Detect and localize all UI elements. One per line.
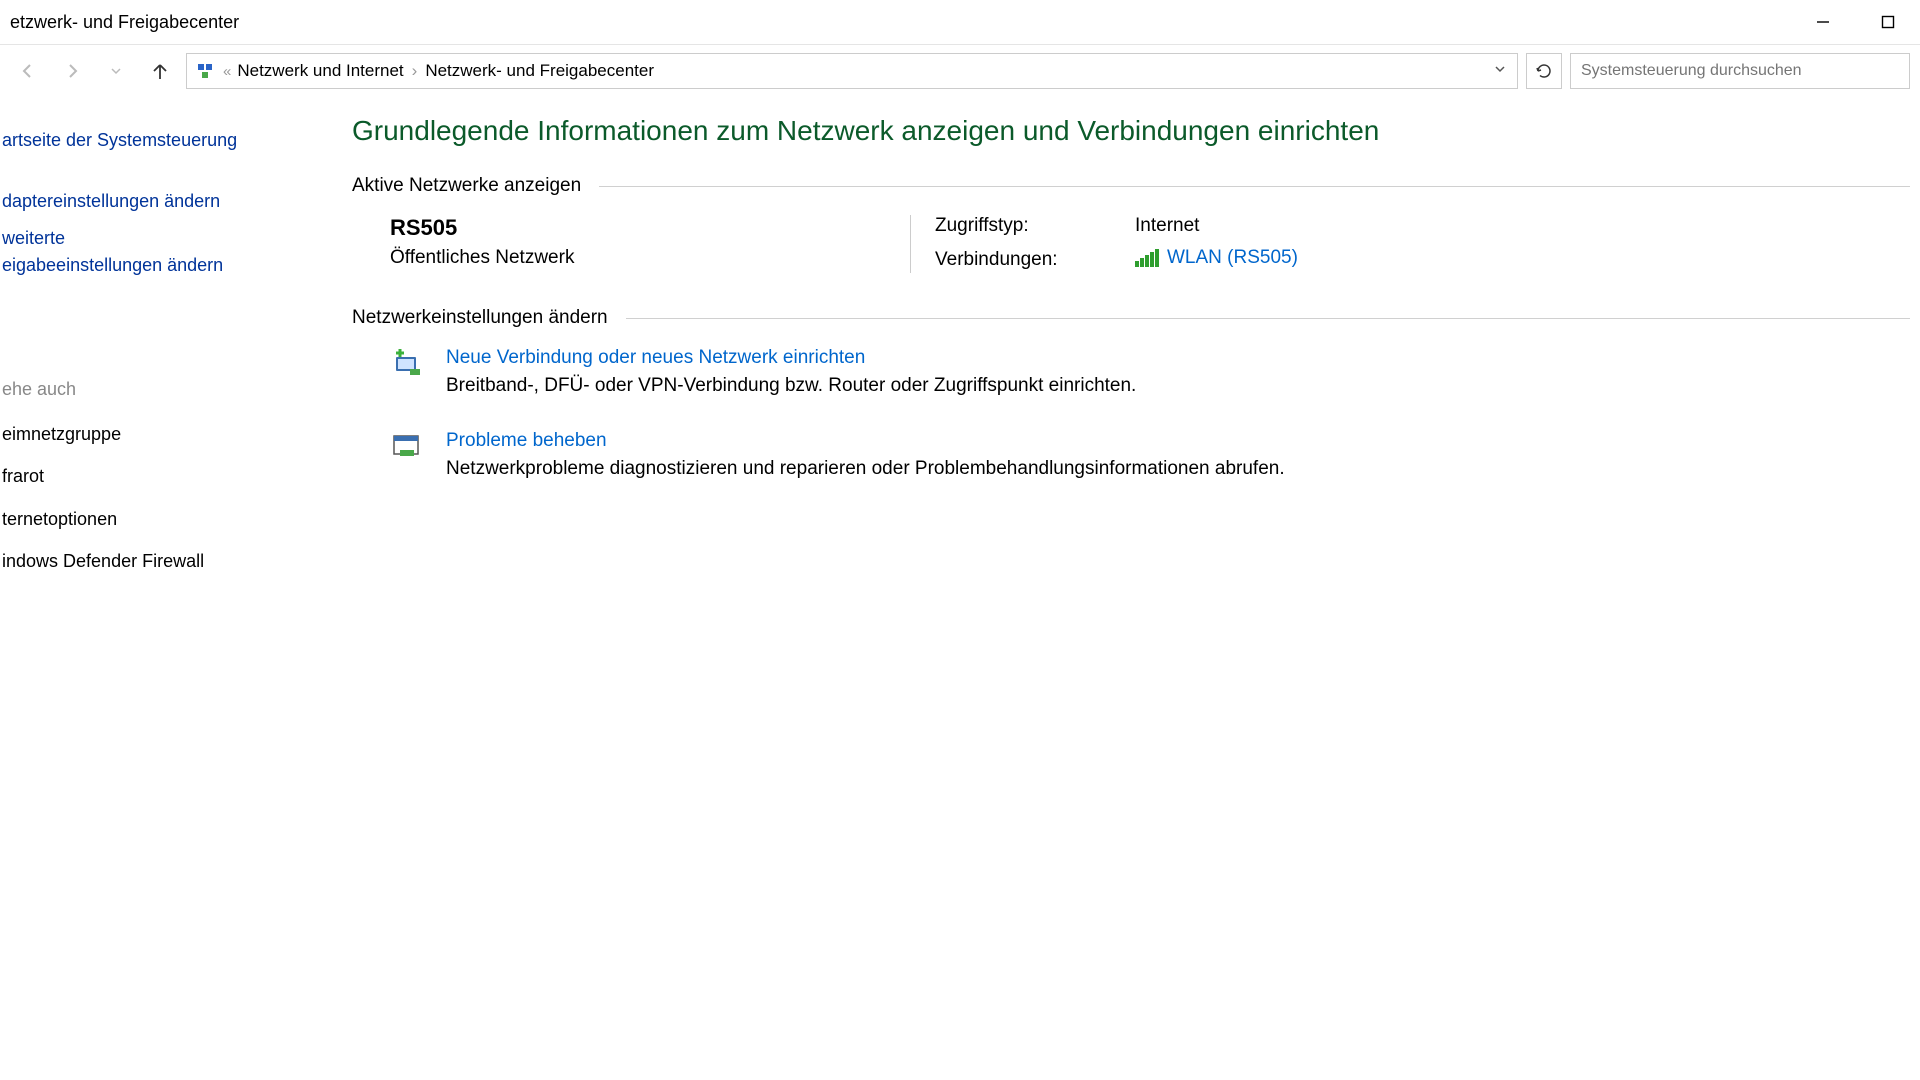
maximize-button[interactable] xyxy=(1855,0,1920,44)
advanced-sharing-link[interactable]: weiterte eigabeeinstellungen ändern xyxy=(2,225,300,279)
forward-button[interactable] xyxy=(54,53,90,89)
access-type-label: Zugriffstyp: xyxy=(935,215,1135,237)
main-layout: artseite der Systemsteuerung daptereinst… xyxy=(0,97,1920,598)
vertical-divider xyxy=(910,215,911,273)
internet-options-link[interactable]: ternetoptionen xyxy=(2,503,300,535)
active-networks-section: Aktive Netzwerke anzeigen xyxy=(352,175,1910,197)
up-button[interactable] xyxy=(142,53,178,89)
address-bar[interactable]: « Netzwerk und Internet › Netzwerk- und … xyxy=(186,53,1518,89)
change-settings-title: Netzwerkeinstellungen ändern xyxy=(352,307,608,329)
breadcrumb-parent[interactable]: Netzwerk und Internet xyxy=(237,61,403,81)
connections-label: Verbindungen: xyxy=(935,249,1135,271)
active-networks-title: Aktive Netzwerke anzeigen xyxy=(352,175,581,197)
network-identity: RS505 Öffentliches Netzwerk xyxy=(390,215,910,273)
adapter-settings-link[interactable]: daptereinstellungen ändern xyxy=(2,188,300,215)
breadcrumb-prefix: « xyxy=(223,63,231,80)
back-button[interactable] xyxy=(10,53,46,89)
change-settings-section: Netzwerkeinstellungen ändern xyxy=(352,307,1910,329)
troubleshoot-link[interactable]: Probleme beheben xyxy=(446,430,1910,452)
divider-line xyxy=(626,318,1910,319)
control-panel-home-link[interactable]: artseite der Systemsteuerung xyxy=(2,127,300,154)
troubleshoot-desc: Netzwerkprobleme diagnostizieren und rep… xyxy=(446,456,1910,483)
troubleshoot-task: Probleme beheben Netzwerkprobleme diagno… xyxy=(352,430,1910,483)
divider-line xyxy=(599,186,1910,187)
see-also-heading: ehe auch xyxy=(2,379,300,400)
address-dropdown[interactable] xyxy=(1489,62,1511,80)
breadcrumb: Netzwerk und Internet › Netzwerk- und Fr… xyxy=(237,61,654,81)
content: Grundlegende Informationen zum Netzwerk … xyxy=(320,97,1920,598)
search-input[interactable] xyxy=(1570,53,1910,89)
breadcrumb-current[interactable]: Netzwerk- und Freigabecenter xyxy=(425,61,654,81)
homegroup-link[interactable]: eimnetzgruppe xyxy=(2,418,300,450)
network-details: Zugriffstyp: Internet Verbindungen: WLAN… xyxy=(935,215,1910,273)
troubleshoot-icon xyxy=(390,430,426,466)
new-connection-icon xyxy=(390,347,426,383)
connection-name: WLAN (RS505) xyxy=(1167,247,1298,269)
network-name: RS505 xyxy=(390,215,910,241)
infrared-link[interactable]: frarot xyxy=(2,460,300,492)
minimize-button[interactable] xyxy=(1790,0,1855,44)
wlan-connection-link[interactable]: WLAN (RS505) xyxy=(1135,247,1298,269)
page-heading: Grundlegende Informationen zum Netzwerk … xyxy=(352,115,1910,147)
refresh-button[interactable] xyxy=(1526,53,1562,89)
access-type-value: Internet xyxy=(1135,215,1910,237)
wifi-signal-icon xyxy=(1135,249,1159,267)
firewall-link[interactable]: indows Defender Firewall xyxy=(2,545,300,577)
sidebar: artseite der Systemsteuerung daptereinst… xyxy=(0,97,320,598)
titlebar: etzwerk- und Freigabecenter xyxy=(0,0,1920,45)
network-center-icon xyxy=(193,59,217,83)
network-block: RS505 Öffentliches Netzwerk Zugriffstyp:… xyxy=(352,215,1910,273)
new-connection-link[interactable]: Neue Verbindung oder neues Netzwerk einr… xyxy=(446,347,1910,369)
window-controls xyxy=(1790,0,1920,44)
navbar: « Netzwerk und Internet › Netzwerk- und … xyxy=(0,45,1920,97)
new-connection-task: Neue Verbindung oder neues Netzwerk einr… xyxy=(352,347,1910,400)
chevron-right-icon: › xyxy=(412,61,418,81)
new-connection-desc: Breitband-, DFÜ- oder VPN-Verbindung bzw… xyxy=(446,373,1910,400)
recent-dropdown[interactable] xyxy=(98,53,134,89)
network-type: Öffentliches Netzwerk xyxy=(390,247,910,269)
window-title: etzwerk- und Freigabecenter xyxy=(8,12,239,33)
